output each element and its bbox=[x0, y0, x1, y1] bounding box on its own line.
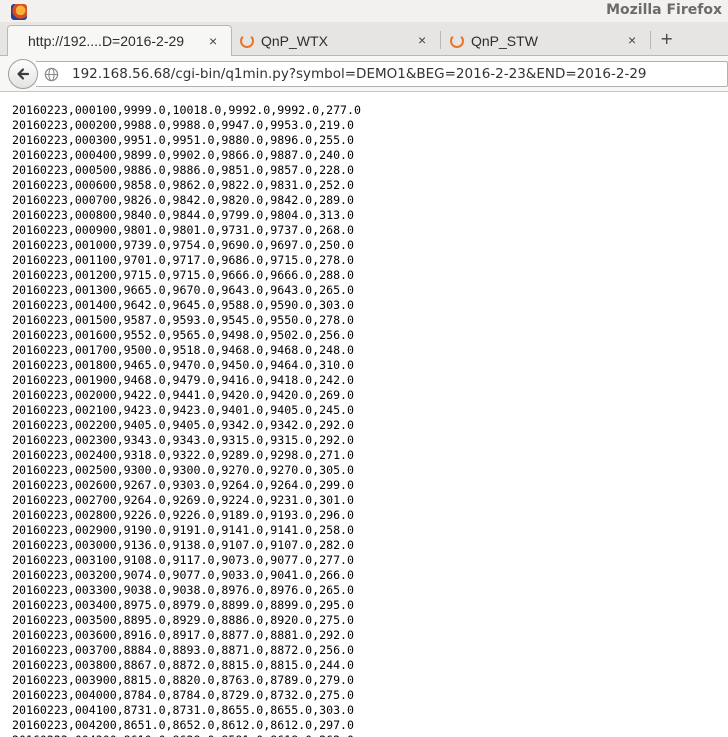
tab-label: http://192....D=2016-2-29 bbox=[28, 33, 185, 49]
url-bar[interactable]: 192.168.56.68/cgi-bin/q1min.py?symbol=DE… bbox=[36, 61, 728, 87]
data-line: 20160223,000900,9801.0,9801.0,9731.0,973… bbox=[12, 223, 355, 237]
data-line: 20160223,004000,8784.0,8784.0,8729.0,873… bbox=[12, 688, 355, 702]
data-line: 20160223,003900,8815.0,8820.0,8763.0,878… bbox=[12, 673, 355, 687]
close-tab-icon[interactable]: × bbox=[418, 32, 426, 48]
data-line: 20160223,001200,9715.0,9715.0,9666.0,966… bbox=[12, 268, 355, 282]
data-line: 20160223,000800,9840.0,9844.0,9799.0,980… bbox=[12, 208, 355, 222]
data-line: 20160223,000200,9988.0,9988.0,9947.0,995… bbox=[12, 118, 355, 132]
data-line: 20160223,003700,8884.0,8893.0,8871.0,887… bbox=[12, 643, 355, 657]
tab-qnp-wtx[interactable]: QnP_WTX × bbox=[240, 25, 438, 56]
data-line: 20160223,001600,9552.0,9565.0,9498.0,950… bbox=[12, 328, 355, 342]
data-line: 20160223,004100,8731.0,8731.0,8655.0,865… bbox=[12, 703, 355, 717]
data-line: 20160223,004300,8610.0,8628.0,8581.0,861… bbox=[12, 733, 361, 737]
close-tab-icon[interactable]: × bbox=[628, 32, 636, 48]
data-line: 20160223,003500,8895.0,8929.0,8886.0,892… bbox=[12, 613, 355, 627]
tab-q1min[interactable]: http://192....D=2016-2-29 × bbox=[7, 25, 232, 56]
data-line: 20160223,000100,9999.0,10018.0,9992.0,99… bbox=[12, 103, 362, 117]
data-line: 20160223,002700,9264.0,9269.0,9224.0,923… bbox=[12, 493, 355, 507]
firefox-tab-icon bbox=[450, 33, 464, 48]
data-line: 20160223,001100,9701.0,9717.0,9686.0,971… bbox=[12, 253, 355, 267]
data-line: 20160223,001900,9468.0,9479.0,9416.0,941… bbox=[12, 373, 355, 387]
globe-icon[interactable] bbox=[44, 67, 59, 82]
navigation-bar: 192.168.56.68/cgi-bin/q1min.py?symbol=DE… bbox=[0, 56, 728, 92]
window-titlebar: Mozilla Firefox bbox=[0, 0, 728, 22]
data-line: 20160223,000300,9951.0,9951.0,9880.0,989… bbox=[12, 133, 355, 147]
data-line: 20160223,002800,9226.0,9226.0,9189.0,919… bbox=[12, 508, 355, 522]
data-line: 20160223,002000,9422.0,9441.0,9420.0,942… bbox=[12, 388, 355, 402]
firefox-tab-icon bbox=[240, 33, 254, 48]
tab-strip: http://192....D=2016-2-29 × QnP_WTX × Qn… bbox=[0, 22, 728, 56]
csv-data-list: 20160223,000100,9999.0,10018.0,9992.0,99… bbox=[12, 103, 361, 737]
data-line: 20160223,002300,9343.0,9343.0,9315.0,931… bbox=[12, 433, 355, 447]
data-line: 20160223,002400,9318.0,9322.0,9289.0,929… bbox=[12, 448, 355, 462]
data-line: 20160223,002100,9423.0,9423.0,9401.0,940… bbox=[12, 403, 355, 417]
data-line: 20160223,001300,9665.0,9670.0,9643.0,964… bbox=[12, 283, 355, 297]
page-content: 20160223,000100,9999.0,10018.0,9992.0,99… bbox=[0, 93, 728, 737]
data-line: 20160223,001000,9739.0,9754.0,9690.0,969… bbox=[12, 238, 355, 252]
back-arrow-icon bbox=[17, 68, 30, 80]
back-button[interactable] bbox=[8, 59, 38, 89]
tab-separator bbox=[440, 31, 441, 49]
tab-qnp-stw[interactable]: QnP_STW × bbox=[450, 25, 648, 56]
data-line: 20160223,003800,8867.0,8872.0,8815.0,881… bbox=[12, 658, 355, 672]
window-title: Mozilla Firefox bbox=[606, 2, 722, 18]
data-line: 20160223,003300,9038.0,9038.0,8976.0,897… bbox=[12, 583, 355, 597]
data-line: 20160223,003000,9136.0,9138.0,9107.0,910… bbox=[12, 538, 355, 552]
data-line: 20160223,001800,9465.0,9470.0,9450.0,946… bbox=[12, 358, 355, 372]
close-tab-icon[interactable]: × bbox=[209, 33, 217, 49]
tab-label: QnP_WTX bbox=[261, 32, 328, 49]
data-line: 20160223,001400,9642.0,9645.0,9588.0,959… bbox=[12, 298, 355, 312]
data-line: 20160223,003600,8916.0,8917.0,8877.0,888… bbox=[12, 628, 355, 642]
url-text[interactable]: 192.168.56.68/cgi-bin/q1min.py?symbol=DE… bbox=[72, 66, 647, 82]
firefox-app-icon[interactable] bbox=[11, 4, 27, 20]
data-line: 20160223,003200,9074.0,9077.0,9033.0,904… bbox=[12, 568, 355, 582]
new-tab-button[interactable]: + bbox=[660, 29, 673, 48]
data-line: 20160223,000400,9899.0,9902.0,9866.0,988… bbox=[12, 148, 355, 162]
data-line: 20160223,002900,9190.0,9191.0,9141.0,914… bbox=[12, 523, 355, 537]
data-line: 20160223,003400,8975.0,8979.0,8899.0,889… bbox=[12, 598, 355, 612]
data-line: 20160223,004200,8651.0,8652.0,8612.0,861… bbox=[12, 718, 355, 732]
data-line: 20160223,002200,9405.0,9405.0,9342.0,934… bbox=[12, 418, 355, 432]
tab-label: QnP_STW bbox=[471, 32, 538, 49]
data-line: 20160223,000600,9858.0,9862.0,9822.0,983… bbox=[12, 178, 355, 192]
tab-separator bbox=[650, 31, 651, 49]
data-line: 20160223,003100,9108.0,9117.0,9073.0,907… bbox=[12, 553, 355, 567]
data-line: 20160223,002600,9267.0,9303.0,9264.0,926… bbox=[12, 478, 355, 492]
data-line: 20160223,002500,9300.0,9300.0,9270.0,927… bbox=[12, 463, 355, 477]
data-line: 20160223,000500,9886.0,9886.0,9851.0,985… bbox=[12, 163, 355, 177]
data-line: 20160223,000700,9826.0,9842.0,9820.0,984… bbox=[12, 193, 355, 207]
data-line: 20160223,001700,9500.0,9518.0,9468.0,946… bbox=[12, 343, 355, 357]
data-line: 20160223,001500,9587.0,9593.0,9545.0,955… bbox=[12, 313, 355, 327]
